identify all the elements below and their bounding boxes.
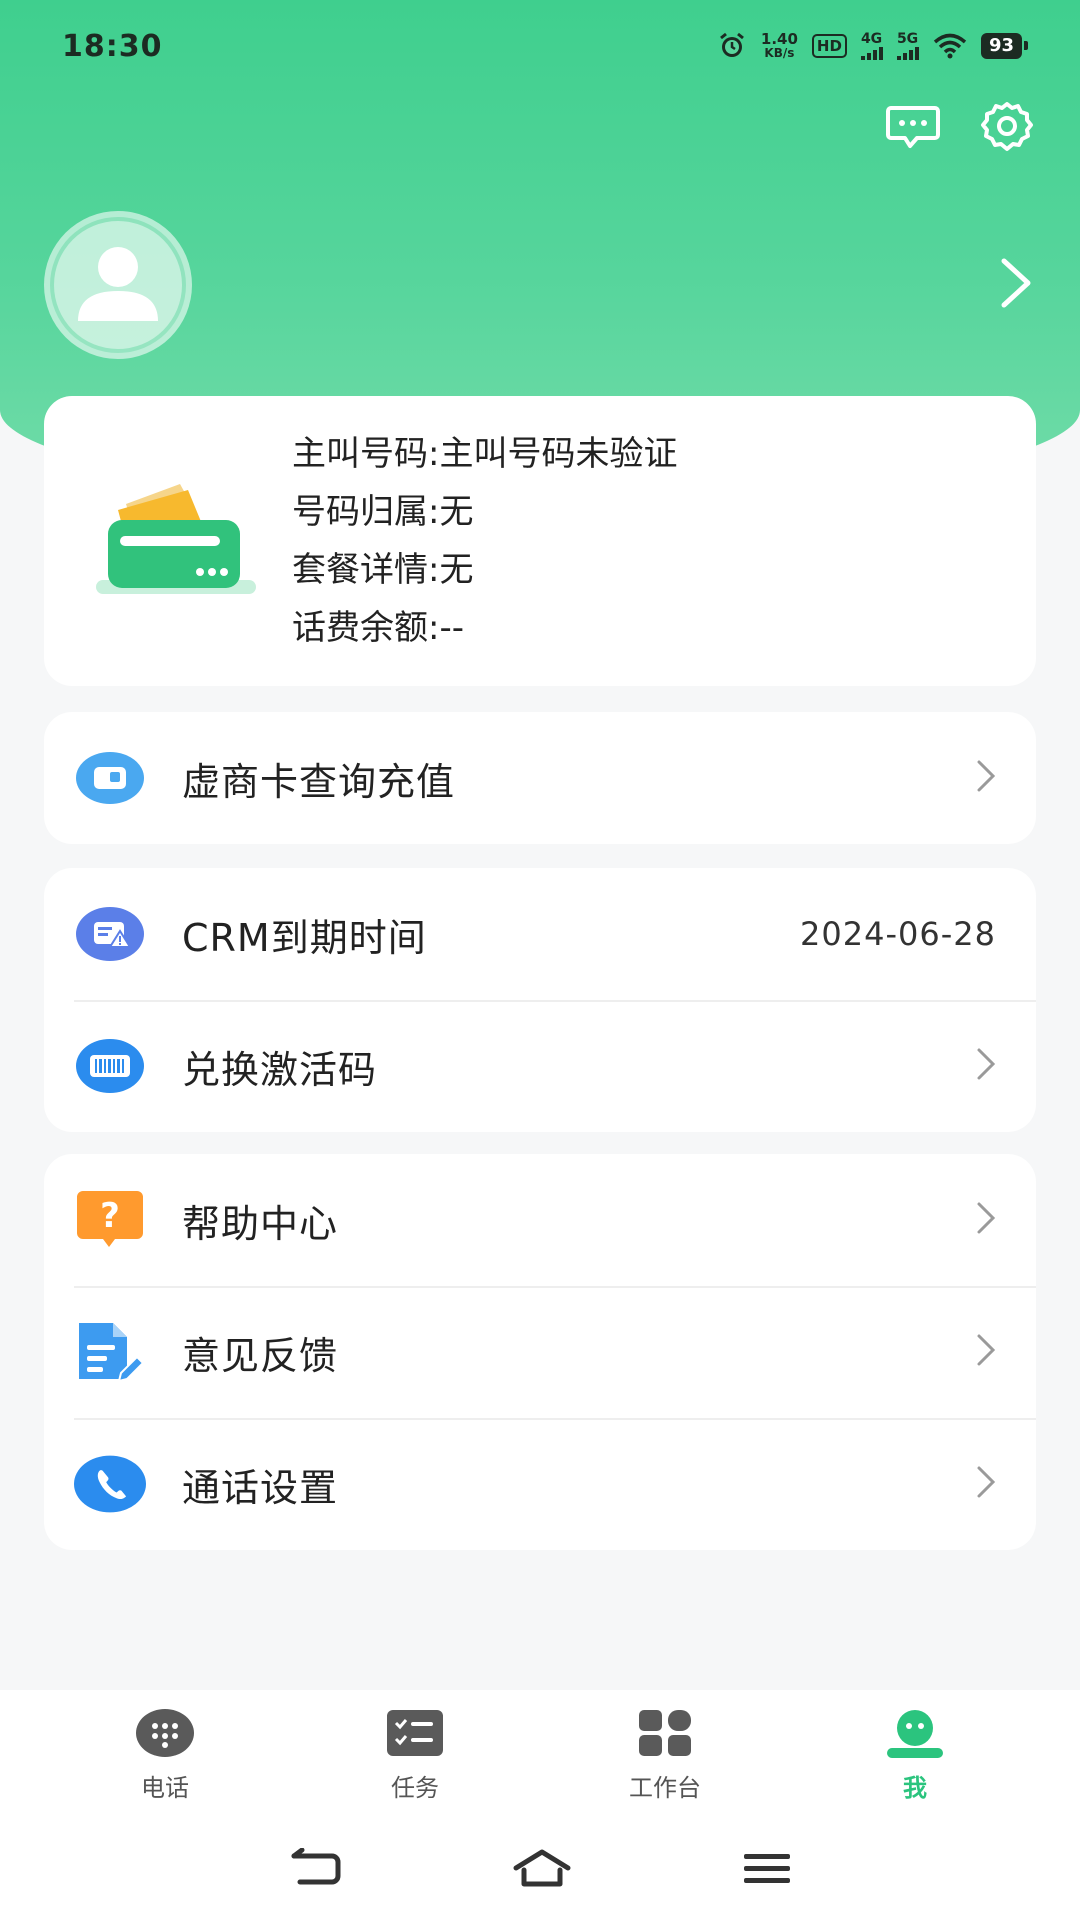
sim1-signal: 4G [860,31,883,60]
menu-item-activation[interactable]: 兑换激活码 [44,1000,1036,1132]
barcode-icon [74,1030,146,1102]
message-button[interactable] [884,100,942,158]
gear-icon [979,99,1035,159]
back-icon[interactable] [288,1847,342,1892]
nav-label-phone: 电话 [141,1773,189,1802]
chevron-right-icon[interactable] [998,257,1034,313]
menu-item-recharge[interactable]: 虚商卡查询充值 [44,712,1036,844]
menu-item-help[interactable]: ? 帮助中心 [44,1154,1036,1286]
sim1-label: 4G [860,31,883,47]
menu-label-help: 帮助中心 [182,1201,339,1246]
crm-expiry-date: 2024-06-28 [800,915,996,953]
nav-label-tasks: 任务 [391,1773,439,1802]
sim-card-icon [74,742,146,814]
plan-details: 套餐详情:无 [292,550,474,590]
user-face-icon [885,1708,945,1762]
status-indicators: 1.40 KB/s HD 4G 5G 93 [717,30,1029,61]
wallet-icon [96,476,256,606]
status-time: 18:30 [62,28,163,64]
feedback-document-icon [74,1316,146,1388]
caller-number: 主叫号码:主叫号码未验证 [292,434,678,474]
nav-label-me: 我 [903,1773,927,1802]
phone-icon [74,1448,146,1520]
home-icon[interactable] [512,1848,572,1892]
chevron-right-icon [976,1201,996,1239]
alarm-icon [717,31,747,61]
menu-label-crm: CRM到期时间 [182,915,427,960]
settings-button[interactable] [978,100,1036,158]
menu-label-feedback: 意见反馈 [182,1333,339,1378]
task-list-icon [385,1708,445,1762]
nav-label-workbench: 工作台 [629,1773,701,1802]
recharge-card: 虚商卡查询充值 [44,712,1036,844]
bottom-nav: 电话 任务 工作台 我 [0,1690,1080,1820]
profile-row[interactable] [44,210,1044,360]
avatar[interactable] [44,211,192,359]
grid-icon [635,1708,695,1762]
number-location: 号码归属:无 [292,492,474,532]
wifi-icon [933,33,967,59]
menu-item-crm: CRM到期时间 2024-06-28 [44,868,1036,1000]
chevron-right-icon [976,1047,996,1085]
sim2-label: 5G [896,31,919,47]
status-bar: 18:30 1.40 KB/s HD 4G 5G 93 [0,0,1080,92]
battery-indicator: 93 [980,33,1029,59]
help-question-icon: ? [74,1184,146,1256]
speed-unit: KB/s [764,46,795,60]
menu-label-recharge: 虚商卡查询充值 [182,759,456,804]
crm-card: CRM到期时间 2024-06-28 兑换激活码 [44,868,1036,1132]
account-info-card: 主叫号码:主叫号码未验证 号码归属:无 套餐详情:无 话费余额:-- [44,396,1036,686]
user-icon [73,241,163,329]
svg-text:?: ? [100,1196,120,1236]
menu-item-call-settings[interactable]: 通话设置 [44,1418,1036,1550]
chevron-right-icon [976,759,996,797]
phone-balance: 话费余额:-- [292,608,464,648]
nav-tab-workbench[interactable]: 工作台 [575,1708,755,1803]
menu-label-activation: 兑换激活码 [182,1047,378,1092]
header-actions [884,100,1036,158]
hd-badge: HD [811,34,847,58]
support-card: ? 帮助中心 意见反馈 通话设置 [44,1154,1036,1550]
message-icon [885,104,941,154]
system-nav-bar [0,1820,1080,1920]
dialpad-icon [135,1708,195,1762]
network-speed: 1.40 KB/s [760,30,798,61]
sim2-signal: 5G [896,31,919,60]
menu-item-feedback[interactable]: 意见反馈 [44,1286,1036,1418]
account-info-lines: 主叫号码:主叫号码未验证 号码归属:无 套餐详情:无 话费余额:-- [292,432,677,650]
menu-icon[interactable] [742,1850,792,1890]
nav-tab-tasks[interactable]: 任务 [325,1708,505,1803]
chevron-right-icon [976,1333,996,1371]
chevron-right-icon [976,1465,996,1503]
speed-value: 1.40 [760,30,798,48]
nav-tab-phone[interactable]: 电话 [75,1708,255,1803]
menu-label-call-settings: 通话设置 [182,1465,339,1510]
nav-tab-me[interactable]: 我 [825,1708,1005,1803]
crm-warning-icon [74,898,146,970]
